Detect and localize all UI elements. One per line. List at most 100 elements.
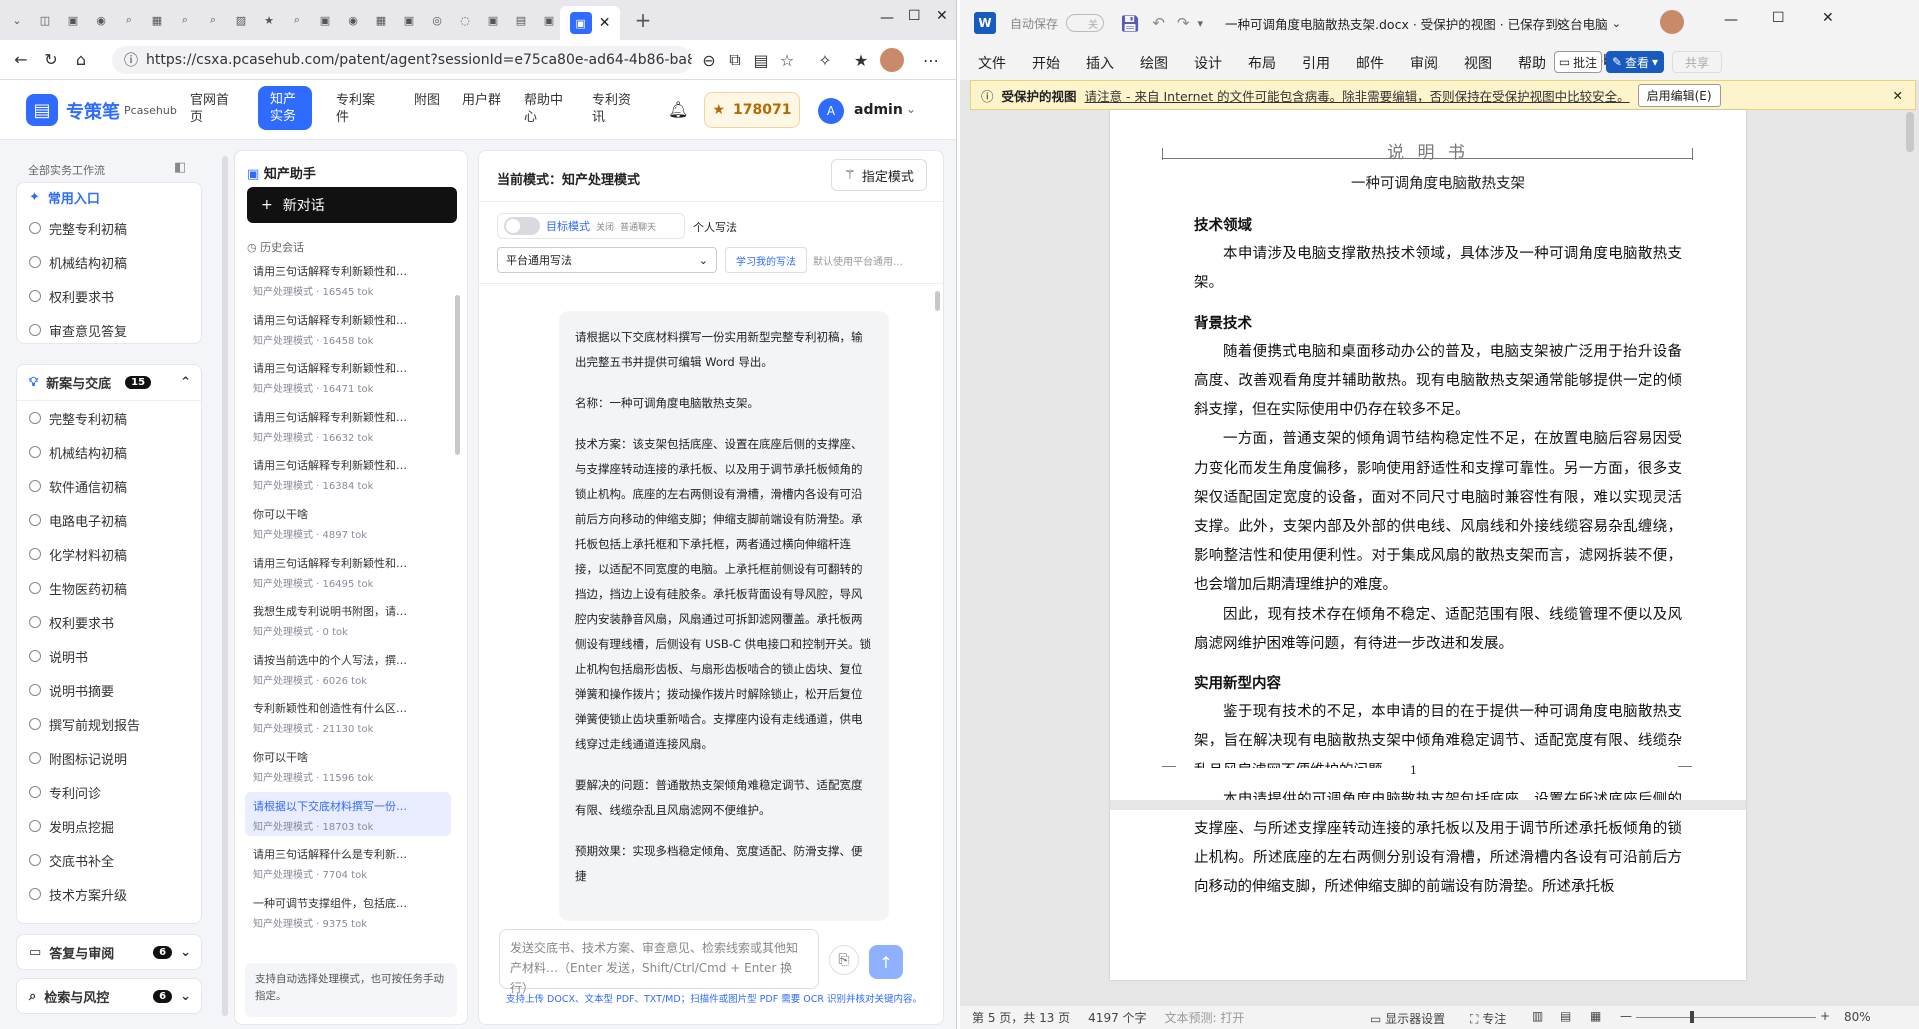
ribbon-tab[interactable]: 绘图 [1140, 53, 1168, 73]
autosave-toggle[interactable]: 关 [1066, 14, 1104, 32]
document-title[interactable]: 一种可调角度电脑散热支架.docx · 受保护的视图 · 已保存到这台电脑 [1225, 14, 1608, 33]
focus-mode[interactable]: ⛶ 专注 [1470, 1010, 1506, 1027]
history-scrollbar[interactable] [455, 295, 460, 455]
nav-item-2[interactable]: 专利案件 [336, 92, 378, 126]
sidebar-quick-item[interactable]: 完整专利初稿 [17, 211, 201, 245]
chevron-down-icon[interactable]: ⌄ [1612, 17, 1621, 30]
tab-icon[interactable]: ◉ [342, 9, 364, 31]
zoom-in-icon[interactable]: + [1820, 1009, 1830, 1023]
minimize-icon[interactable]: — [880, 10, 894, 26]
new-tab-button[interactable]: + [632, 9, 654, 31]
ribbon-tab[interactable]: 邮件 [1356, 53, 1384, 73]
nav-item-5[interactable]: 帮助中心 [524, 92, 566, 126]
nav-item-6[interactable]: 专利资讯 [592, 92, 634, 126]
text-prediction[interactable]: 文本预测: 打开 [1165, 1009, 1245, 1026]
back-icon[interactable]: ← [6, 45, 36, 75]
ribbon-tab[interactable]: 插入 [1086, 53, 1114, 73]
share-button[interactable]: 共享 [1672, 51, 1722, 73]
sidebar-quick-item[interactable]: 权利要求书 [17, 279, 201, 313]
history-item[interactable]: 请用三句话解释专利新颖性和…知产处理模式 · 16632 tok [245, 403, 451, 447]
home-icon[interactable]: ⌂ [66, 45, 96, 75]
sidebar-workflow-item[interactable]: 完整专利初稿 [17, 401, 201, 435]
chevron-up-icon[interactable]: ⌃ [180, 375, 191, 390]
tab-icon[interactable]: ▣ [482, 9, 504, 31]
sidebar-workflow-item[interactable]: 说明书 [17, 639, 201, 673]
protected-view-message[interactable]: 请注意 - 来自 Internet 的文件可能包含病毒。除非需要编辑，否则保持在… [1085, 86, 1630, 105]
favorite-icon[interactable]: ☆ [772, 45, 802, 75]
history-item[interactable]: 请用三句话解释专利新颖性和…知产处理模式 · 16495 tok [245, 549, 451, 593]
tab-icon[interactable]: ⌕ [286, 9, 308, 31]
group-review[interactable]: ▭ 答复与审阅 6 ⌄ [16, 934, 202, 970]
view-mode-button[interactable]: ✎查看▾ [1606, 51, 1664, 73]
tab-icon[interactable]: ⌕ [202, 9, 224, 31]
word-count[interactable]: 4197 个字 [1088, 1009, 1146, 1026]
history-item[interactable]: 请用三句话解释专利新颖性和…知产处理模式 · 16458 tok [245, 306, 451, 350]
history-item[interactable]: 请用三句话解释专利新颖性和…知产处理模式 · 16545 tok [245, 257, 451, 301]
ribbon-tab[interactable]: 审阅 [1410, 53, 1438, 73]
chevron-down-icon[interactable]: ⌄ [180, 989, 191, 1004]
brand-logo-icon[interactable]: ▤ [26, 94, 58, 126]
tab-icon[interactable]: ▨ [230, 9, 252, 31]
active-tab[interactable]: ▣ ✕ [560, 6, 620, 40]
group-search[interactable]: ⌕ 检索与风控 6 ⌄ [16, 978, 202, 1014]
group-new-case-header[interactable]: 💡︎ 新案与交底 15 ⌃ [17, 365, 201, 401]
goal-mode-toggle[interactable] [504, 217, 540, 235]
attach-icon[interactable]: ⎘ [829, 945, 859, 975]
sidebar-workflow-item[interactable]: 化学材料初稿 [17, 537, 201, 571]
tab-icon[interactable]: ◌ [454, 9, 476, 31]
zoom-slider-thumb[interactable] [1690, 1011, 1694, 1023]
sidebar-workflow-item[interactable]: 交底书补全 [17, 843, 201, 877]
tab-icon[interactable]: ▤ [510, 9, 532, 31]
history-item[interactable]: 我想生成专利说明书附图，请…知产处理模式 · 0 tok [245, 597, 451, 641]
extensions-icon[interactable]: ✧ [810, 45, 840, 75]
tab-icon[interactable]: ⌕ [118, 9, 140, 31]
history-item[interactable]: 请按当前选中的个人写法，撰…知产处理模式 · 6026 tok [245, 646, 451, 690]
save-icon[interactable]: 💾︎ [1120, 14, 1140, 33]
tab-icon[interactable]: ▣ [538, 9, 560, 31]
sidebar-workflow-item[interactable]: 说明书摘要 [17, 673, 201, 707]
print-layout-icon[interactable]: ▤ [1560, 1009, 1571, 1023]
send-button[interactable]: ↑ [869, 945, 903, 979]
nav-item-1[interactable]: 知产实务 [258, 86, 312, 130]
tab-icon[interactable]: ★ [258, 9, 280, 31]
sidebar-workflow-item[interactable]: 技术方案升级 [17, 877, 201, 911]
undo-icon[interactable]: ↶ [1152, 14, 1165, 32]
sidebar-scrollbar[interactable] [222, 156, 228, 1016]
chevron-down-icon[interactable]: ⌄ [906, 102, 916, 116]
document-page[interactable]: 说 明 书 一种可调角度电脑散热支架 技术领域 本申请涉及电脑支撑散热技术领域，… [1110, 110, 1746, 980]
tab-icon[interactable]: ▦ [146, 9, 168, 31]
style-select[interactable]: 平台通用写法⌄ [497, 247, 717, 273]
site-info-icon[interactable]: ⓘ [124, 50, 138, 70]
ribbon-tab[interactable]: 布局 [1248, 53, 1276, 73]
history-item[interactable]: 请用三句话解释专利新颖性和…知产处理模式 · 16384 tok [245, 451, 451, 495]
new-chat-button[interactable]: +新对话 [247, 187, 457, 223]
ribbon-tab[interactable]: 文件 [978, 53, 1006, 73]
close-bar-icon[interactable]: ✕ [1893, 88, 1903, 103]
close-window-icon[interactable]: ✕ [936, 8, 948, 24]
history-item[interactable]: 你可以干啥知产处理模式 · 4897 tok [245, 500, 451, 544]
ribbon-tab[interactable]: 帮助 [1518, 53, 1546, 73]
chat-scrollbar[interactable] [935, 291, 940, 311]
history-item[interactable]: 请根据以下交底材料撰写一份…知产处理模式 · 18703 tok [245, 792, 451, 836]
ribbon-tab[interactable]: 开始 [1032, 53, 1060, 73]
history-item[interactable]: 请用三句话解释专利新颖性和…知产处理模式 · 16471 tok [245, 354, 451, 398]
tab-actions-icon[interactable]: ⌄ [6, 9, 28, 31]
redo-icon[interactable]: ↷ [1177, 14, 1190, 32]
ribbon-tab[interactable]: 设计 [1194, 53, 1222, 73]
sidebar-workflow-item[interactable]: 电路电子初稿 [17, 503, 201, 537]
learn-style-button[interactable]: 学习我的写法 [725, 247, 807, 273]
history-item[interactable]: 你可以干啥知产处理模式 · 11596 tok [245, 743, 451, 787]
sidebar-workflow-item[interactable]: 撰写前规划报告 [17, 707, 201, 741]
collapse-sidebar-icon[interactable]: ◧ [174, 160, 186, 175]
ribbon-tab[interactable]: 视图 [1464, 53, 1492, 73]
read-mode-icon[interactable]: ▥ [1532, 1009, 1543, 1023]
history-item[interactable]: 一种可调节支撑组件，包括底…知产处理模式 · 9375 tok [245, 889, 451, 933]
sidebar-workflow-item[interactable]: 生物医药初稿 [17, 571, 201, 605]
user-name[interactable]: admin [854, 102, 903, 118]
tab-icon[interactable]: ⌕ [174, 9, 196, 31]
comments-button[interactable]: ▭批注 [1554, 51, 1602, 73]
nav-item-3[interactable]: 附图 [414, 92, 456, 109]
nav-item-4[interactable]: 用户群 [462, 92, 504, 109]
profile-avatar[interactable] [880, 48, 904, 72]
history-item[interactable]: 专利新颖性和创造性有什么区…知产处理模式 · 21130 tok [245, 694, 451, 738]
